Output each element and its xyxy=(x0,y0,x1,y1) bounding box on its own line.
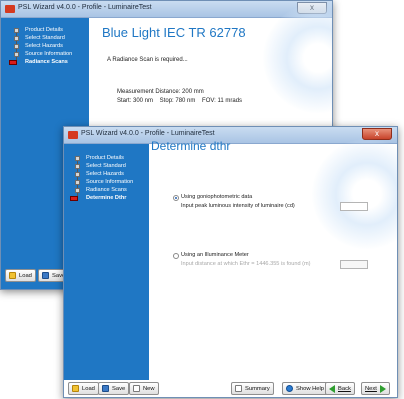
peak-intensity-prompt: Input peak luminous intensity of luminai… xyxy=(181,203,295,209)
step-node-icon xyxy=(14,28,19,33)
step-node-icon xyxy=(75,188,80,193)
back-step-select-hazards[interactable]: Select Hazards xyxy=(9,42,72,50)
front-step-determine-dthr[interactable]: Determine Dthr xyxy=(70,194,133,202)
back-step-product-details[interactable]: Product Details xyxy=(9,26,72,34)
save-icon xyxy=(102,385,109,392)
light-flare-graphic xyxy=(263,3,332,113)
radiance-scan-notice: A Radiance Scan is required... xyxy=(107,57,188,63)
front-sidebar: Product Details Select Standard Select H… xyxy=(64,144,149,380)
folder-icon xyxy=(72,385,79,392)
back-page-title: Blue Light IEC TR 62778 xyxy=(102,25,246,40)
folder-icon xyxy=(9,272,16,279)
step-node-icon xyxy=(14,36,19,41)
new-button[interactable]: New xyxy=(129,382,159,395)
load-button[interactable]: Load xyxy=(68,382,99,395)
back-step-select-standard[interactable]: Select Standard xyxy=(9,34,72,42)
app-logo-icon xyxy=(5,5,15,13)
front-window-title: PSL Wizard v4.0.0 - Profile - LuminaireT… xyxy=(81,130,215,137)
front-step-list: Product Details Select Standard Select H… xyxy=(70,154,133,202)
next-arrow-icon xyxy=(379,384,386,393)
back-step-list: Product Details Select Standard Select H… xyxy=(9,26,72,66)
front-step-source-information[interactable]: Source Information xyxy=(70,178,133,186)
next-button[interactable]: Next xyxy=(361,382,390,395)
measurement-distance: Measurement Distance: 200 mm xyxy=(117,89,204,95)
ethr-distance-input[interactable] xyxy=(340,260,368,269)
ethr-distance-prompt: Input distance at which Ethr = 1446.355 … xyxy=(181,261,311,267)
help-icon xyxy=(286,385,293,392)
scan-parameters: Start: 300 nm Stop: 780 nm FOV: 11 mrads xyxy=(117,98,243,104)
step-node-icon xyxy=(14,52,19,57)
save-button[interactable]: Save xyxy=(98,382,130,395)
back-step-radiance-scans[interactable]: Radiance Scans xyxy=(9,58,72,66)
show-help-button[interactable]: Show Help xyxy=(282,382,329,395)
app-logo-icon xyxy=(68,131,78,139)
front-page-title: Determine dthr xyxy=(151,139,231,153)
goniophotometric-radio[interactable] xyxy=(173,195,179,201)
peak-intensity-input[interactable] xyxy=(340,202,368,211)
front-step-select-hazards[interactable]: Select Hazards xyxy=(70,170,133,178)
summary-document-icon xyxy=(235,385,242,392)
back-button[interactable]: Back xyxy=(325,382,355,395)
step-node-icon xyxy=(75,164,80,169)
step-node-icon xyxy=(75,180,80,185)
front-wizard-window: PSL Wizard v4.0.0 - Profile - LuminaireT… xyxy=(63,126,398,398)
goniophotometric-label[interactable]: Using goniophotometric data xyxy=(181,194,252,200)
desktop: PSL Wizard v4.0.0 - Profile - LuminaireT… xyxy=(0,0,404,399)
light-flare-graphic xyxy=(312,139,397,249)
step-node-active-icon xyxy=(9,60,17,65)
illuminance-meter-label[interactable]: Using an Illuminance Meter xyxy=(181,252,249,258)
step-node-icon xyxy=(75,156,80,161)
back-arrow-icon xyxy=(329,384,335,393)
step-node-icon xyxy=(14,44,19,49)
illuminance-meter-radio[interactable] xyxy=(173,253,179,259)
summary-button[interactable]: Summary xyxy=(231,382,274,395)
back-load-button[interactable]: Load xyxy=(5,269,36,282)
step-node-active-icon xyxy=(70,196,78,201)
save-icon xyxy=(42,272,49,279)
front-step-radiance-scans[interactable]: Radiance Scans xyxy=(70,186,133,194)
back-step-source-information[interactable]: Source Information xyxy=(9,50,72,58)
step-node-icon xyxy=(75,172,80,177)
front-step-select-standard[interactable]: Select Standard xyxy=(70,162,133,170)
new-document-icon xyxy=(133,385,140,392)
back-window-title: PSL Wizard v4.0.0 - Profile - LuminaireT… xyxy=(18,4,152,11)
front-step-product-details[interactable]: Product Details xyxy=(70,154,133,162)
